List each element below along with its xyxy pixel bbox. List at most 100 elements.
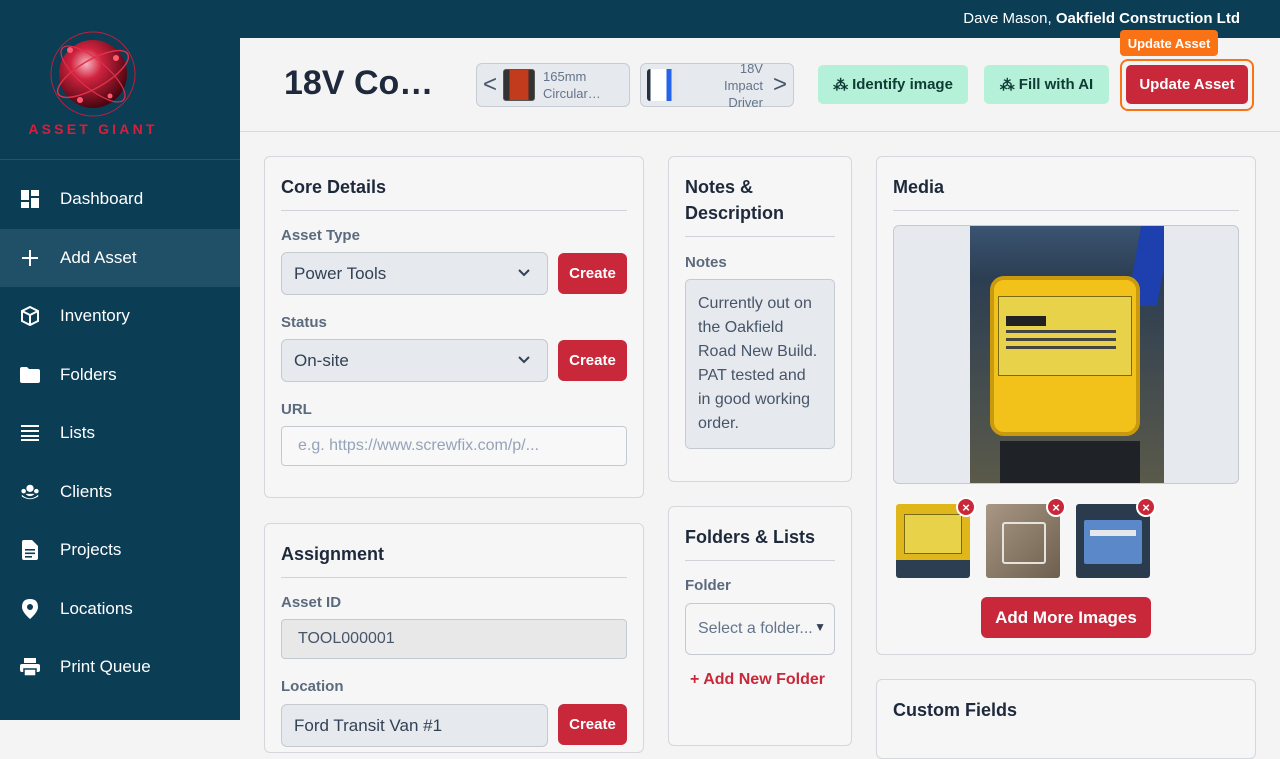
create-location-button[interactable]: Create bbox=[558, 704, 627, 745]
sparkle-icon: ⁂ bbox=[833, 76, 849, 94]
notes-label: Notes bbox=[685, 254, 727, 271]
add-more-images-button[interactable]: Add More Images bbox=[981, 597, 1151, 638]
fill-with-ai-button[interactable]: ⁂ Fill with AI bbox=[984, 65, 1109, 104]
media-preview[interactable] bbox=[893, 225, 1239, 484]
box-icon bbox=[20, 306, 40, 327]
user-name: Dave Mason, bbox=[963, 10, 1052, 27]
user-info[interactable]: Dave Mason, Oakfield Construction Ltd bbox=[963, 10, 1240, 27]
dashboard-icon bbox=[20, 189, 40, 209]
remove-image-1-button[interactable]: × bbox=[956, 497, 976, 517]
notes-value: Currently out on the Oakfield Road New B… bbox=[698, 295, 818, 432]
thumbnail-2[interactable] bbox=[986, 504, 1060, 578]
update-asset-tooltip: Update Asset bbox=[1120, 30, 1218, 56]
asset-type-value: Power Tools bbox=[294, 263, 387, 283]
sidebar-item-lists[interactable]: Lists bbox=[0, 404, 240, 463]
sidebar-nav: Dashboard Add Asset Inventory Folders Li… bbox=[0, 170, 240, 697]
printer-icon bbox=[20, 657, 40, 677]
update-asset-button[interactable]: Update Asset bbox=[1126, 65, 1248, 104]
caret-down-icon: ▼ bbox=[814, 620, 826, 634]
url-placeholder: e.g. https://www.screwfix.com/p/... bbox=[298, 437, 539, 454]
thumbnail-1[interactable] bbox=[896, 504, 970, 578]
sidebar-item-print-queue[interactable]: Print Queue bbox=[0, 638, 240, 697]
chevron-down-icon bbox=[518, 269, 530, 277]
remove-image-2-button[interactable]: × bbox=[1046, 497, 1066, 517]
next-asset-button[interactable]: 18V Impact Driver > bbox=[640, 61, 794, 110]
sidebar-item-clients[interactable]: Clients bbox=[0, 463, 240, 522]
asset-type-select[interactable]: Power Tools bbox=[281, 252, 548, 295]
asset-id-value: TOOL000001 bbox=[298, 630, 395, 647]
logo[interactable]: ASSET GIANT bbox=[0, 0, 240, 160]
status-select[interactable]: On-site bbox=[281, 339, 548, 382]
prev-asset-label: 165mm Circular… bbox=[543, 69, 601, 101]
sidebar-item-label: Inventory bbox=[60, 306, 130, 326]
core-details-heading: Core Details bbox=[281, 177, 387, 197]
asset-type-label: Asset Type bbox=[281, 227, 360, 244]
sidebar-item-label: Dashboard bbox=[60, 189, 144, 209]
assignment-card: Assignment Asset ID TOOL000001 Location … bbox=[264, 523, 644, 753]
company-name: Oakfield Construction Ltd bbox=[1055, 10, 1240, 27]
core-details-card: Core Details Asset Type Power Tools Crea… bbox=[264, 156, 644, 498]
folder-icon bbox=[20, 365, 40, 385]
sparkle-icon: ⁂ bbox=[999, 76, 1015, 94]
plus-icon bbox=[20, 248, 40, 268]
location-label: Location bbox=[281, 678, 344, 695]
next-asset-thumbnail bbox=[647, 69, 677, 101]
main-image bbox=[970, 226, 1164, 483]
chevron-right-icon: > bbox=[772, 71, 787, 98]
location-select[interactable]: Ford Transit Van #1 bbox=[281, 704, 548, 747]
document-icon bbox=[20, 540, 40, 561]
custom-fields-heading: Custom Fields bbox=[893, 700, 1018, 720]
sidebar-item-inventory[interactable]: Inventory bbox=[0, 287, 240, 346]
status-label: Status bbox=[281, 314, 327, 331]
page-title: 18V Co… bbox=[284, 64, 434, 102]
folder-select[interactable]: Select a folder... ▼ bbox=[685, 603, 835, 655]
identify-image-label: Identify image bbox=[852, 76, 953, 93]
url-input[interactable]: e.g. https://www.screwfix.com/p/... bbox=[281, 426, 627, 466]
create-asset-type-button[interactable]: Create bbox=[558, 253, 627, 294]
prev-asset-button[interactable]: < 165mm Circular… bbox=[476, 63, 630, 107]
add-new-folder-link[interactable]: + Add New Folder bbox=[690, 671, 825, 689]
assignment-heading: Assignment bbox=[281, 544, 385, 564]
sidebar-item-label: Clients bbox=[60, 481, 112, 501]
sidebar-item-label: Lists bbox=[60, 423, 95, 443]
next-asset-label: 18V Impact Driver bbox=[723, 60, 763, 110]
list-icon bbox=[20, 423, 40, 443]
create-status-button[interactable]: Create bbox=[558, 340, 627, 381]
notes-heading: Notes & Description bbox=[685, 177, 785, 223]
remove-image-3-button[interactable]: × bbox=[1136, 497, 1156, 517]
asset-id-label: Asset ID bbox=[281, 594, 342, 611]
folders-lists-heading: Folders & Lists bbox=[685, 527, 816, 547]
page-header: 18V Co… < 165mm Circular… 18V Impact Dri… bbox=[240, 30, 1280, 132]
asset-id-field[interactable]: TOOL000001 bbox=[281, 619, 627, 659]
identify-image-button[interactable]: ⁂ Identify image bbox=[818, 65, 968, 104]
sidebar-item-add-asset[interactable]: Add Asset bbox=[0, 228, 240, 287]
chevron-down-icon bbox=[518, 356, 530, 364]
sidebar-item-label: Locations bbox=[60, 598, 133, 618]
folder-placeholder: Select a folder... bbox=[698, 620, 813, 637]
folder-label: Folder bbox=[685, 577, 731, 594]
globe-logo-icon bbox=[50, 31, 136, 117]
thumbnail-3[interactable] bbox=[1076, 504, 1150, 578]
folders-lists-card: Folders & Lists Folder Select a folder..… bbox=[668, 506, 852, 746]
location-pin-icon bbox=[20, 598, 40, 619]
clients-icon bbox=[20, 482, 40, 502]
sidebar-item-label: Add Asset bbox=[60, 247, 137, 267]
media-card: Media × × × Add More Images bbox=[876, 156, 1256, 655]
chevron-left-icon: < bbox=[483, 71, 498, 98]
fill-with-ai-label: Fill with AI bbox=[1018, 76, 1094, 93]
sidebar-item-folders[interactable]: Folders bbox=[0, 346, 240, 405]
url-label: URL bbox=[281, 401, 312, 418]
sidebar-item-dashboard[interactable]: Dashboard bbox=[0, 170, 240, 229]
status-value: On-site bbox=[294, 350, 349, 370]
media-heading: Media bbox=[893, 177, 945, 197]
sidebar-item-label: Print Queue bbox=[60, 657, 151, 677]
notes-textarea[interactable]: Currently out on the Oakfield Road New B… bbox=[685, 279, 835, 449]
sidebar-item-locations[interactable]: Locations bbox=[0, 580, 240, 639]
update-asset-highlight: Update Asset bbox=[1120, 59, 1254, 111]
notes-card: Notes & Description Notes Currently out … bbox=[668, 156, 852, 482]
custom-fields-card: Custom Fields bbox=[876, 679, 1256, 759]
sidebar-item-projects[interactable]: Projects bbox=[0, 521, 240, 580]
sidebar-item-label: Projects bbox=[60, 540, 122, 560]
location-value: Ford Transit Van #1 bbox=[294, 715, 443, 735]
sidebar: ASSET GIANT Dashboard Add Asset Inventor… bbox=[0, 0, 240, 720]
